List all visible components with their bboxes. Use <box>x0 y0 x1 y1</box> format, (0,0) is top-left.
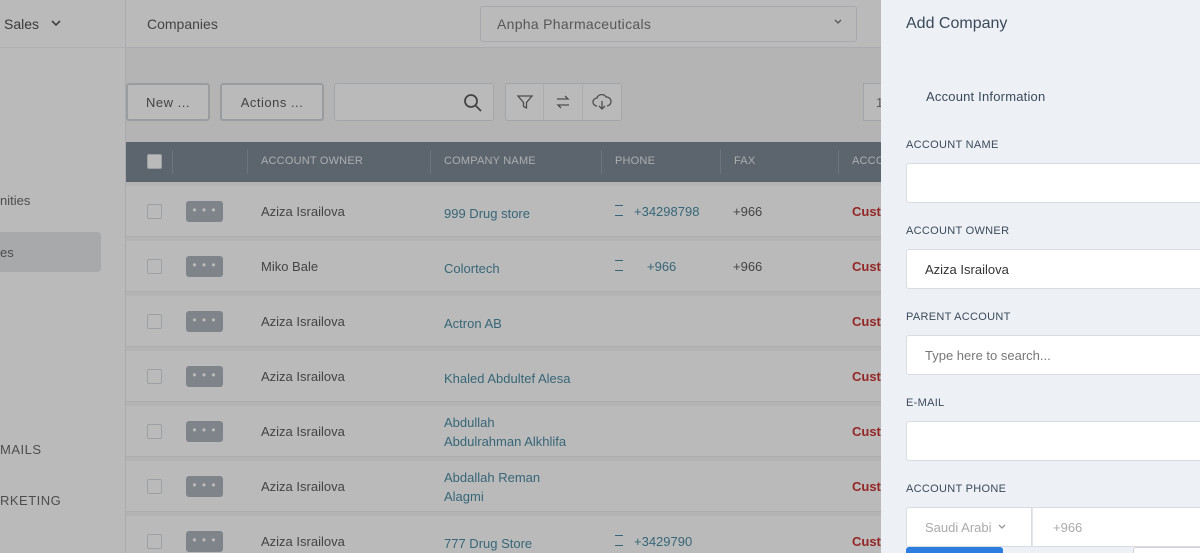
cancel-button[interactable] <box>1133 547 1200 553</box>
parent-account-label: PARENT ACCOUNT <box>906 311 1011 323</box>
account-owner-value: Aziza Israilova <box>925 261 1009 277</box>
panel-title: Add Company <box>906 15 1008 32</box>
parent-account-placeholder: Type here to search... <box>925 347 1051 363</box>
add-company-panel: Add Company Account Information ACCOUNT … <box>881 0 1200 553</box>
email-label: E-MAIL <box>906 397 945 409</box>
save-button[interactable] <box>906 547 1003 553</box>
account-name-input[interactable] <box>906 163 1200 203</box>
phone-placeholder: +966 <box>1053 519 1083 535</box>
account-phone-label: ACCOUNT PHONE <box>906 483 1007 495</box>
country-code-select[interactable]: Saudi Arabi <box>906 507 1032 547</box>
account-phone-input[interactable]: +966 <box>1032 507 1200 547</box>
account-owner-input[interactable]: Aziza Israilova <box>906 249 1200 289</box>
email-field[interactable] <box>906 421 1200 461</box>
chevron-down-icon <box>998 522 1006 532</box>
account-name-label: ACCOUNT NAME <box>906 139 999 151</box>
parent-account-search-input[interactable]: Type here to search... <box>906 335 1200 375</box>
modal-backdrop[interactable] <box>0 0 881 553</box>
section-heading: Account Information <box>926 89 1046 104</box>
country-value: Saudi Arabi <box>925 519 992 535</box>
account-owner-label: ACCOUNT OWNER <box>906 225 1010 237</box>
